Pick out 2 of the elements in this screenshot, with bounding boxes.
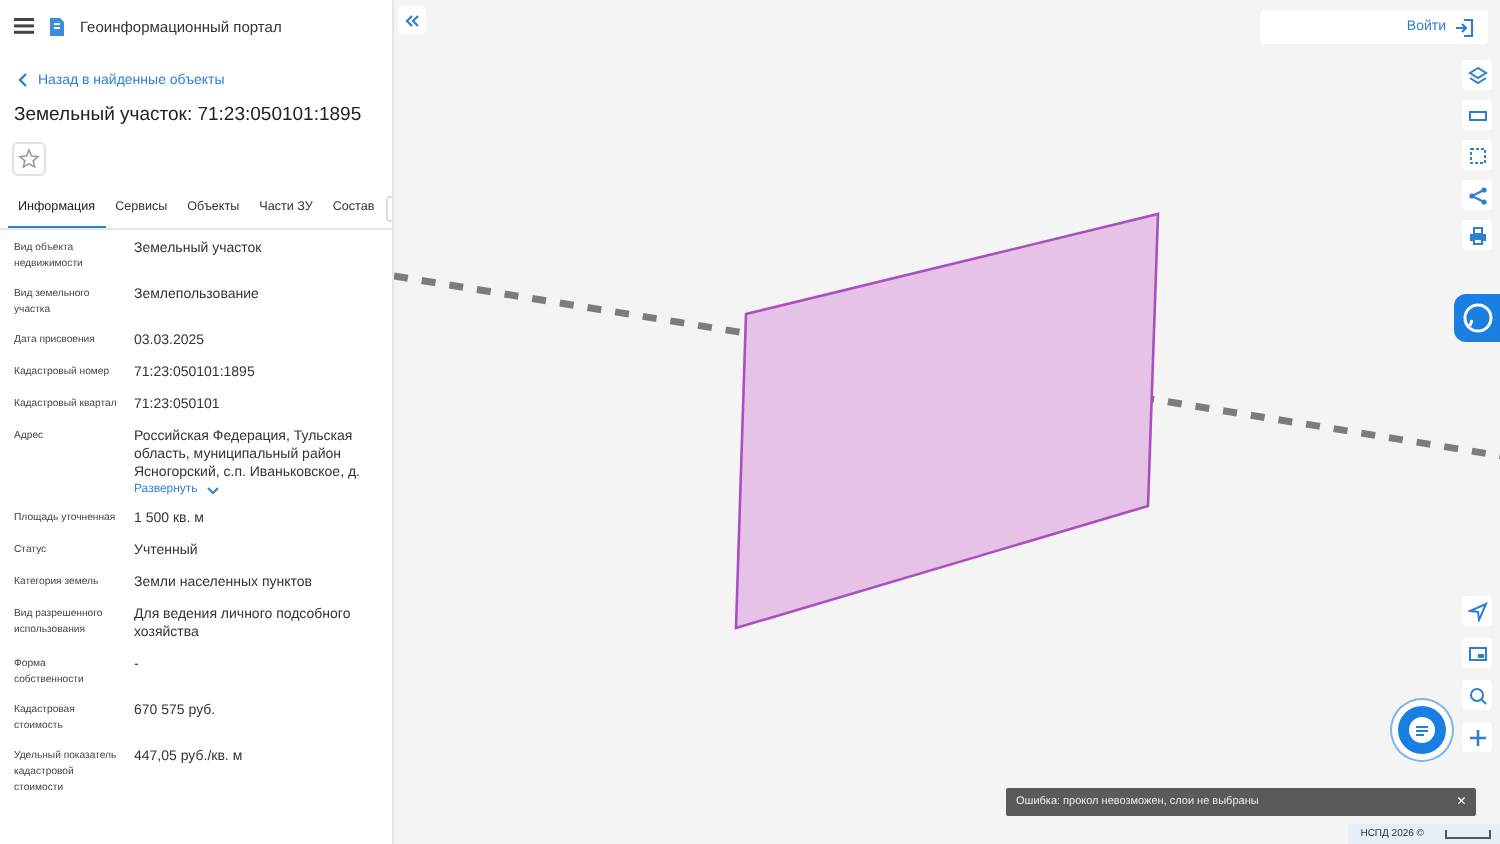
object-title: Земельный участок: 71:23:050101:1895: [14, 104, 364, 126]
close-button[interactable]: ×: [1456, 794, 1466, 810]
